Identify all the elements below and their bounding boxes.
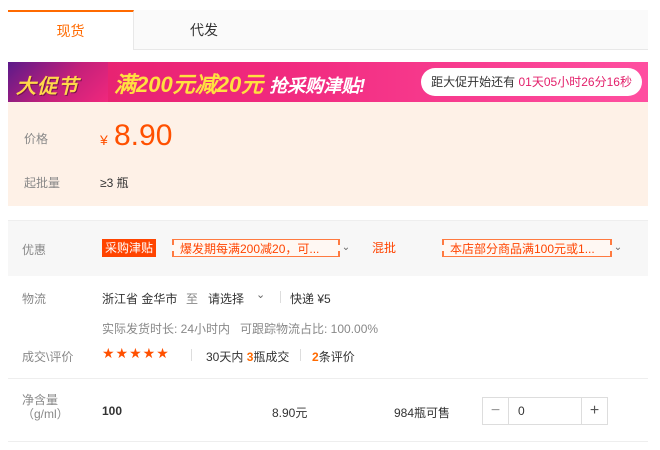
divider [300, 349, 301, 361]
deals-summary[interactable]: 30天内 3瓶成交 [206, 348, 289, 365]
chevron-down-icon[interactable]: ⌄ [612, 239, 624, 257]
countdown-minutes: 26 [581, 75, 595, 89]
tab-dropship[interactable]: 代发 [134, 10, 274, 50]
review-suffix: 条评价 [318, 350, 355, 364]
destination-select[interactable]: 请选择 [208, 290, 244, 307]
countdown-minutes-unit: 分 [594, 75, 607, 89]
minus-icon[interactable]: − [483, 398, 509, 424]
spec-row: 净含量 （g/ml） 100 8.90元 984瓶可售 − + [8, 378, 648, 442]
promotions-label: 优惠 [22, 243, 47, 257]
divider [280, 291, 281, 303]
quantity-stepper[interactable]: − + [482, 397, 608, 425]
chevron-down-icon[interactable]: ⌄ [256, 288, 265, 301]
ship-time: 实际发货时长: 24小时内 [102, 322, 231, 336]
reviews-label: 成交\评价 [22, 350, 74, 364]
banner-slogan-sub: 抢采购津贴! [269, 76, 366, 96]
deals-prefix: 30天内 [206, 350, 244, 364]
countdown-timer: 距大促开始还有 01天05小时26分16秒 [421, 68, 642, 96]
shipping-fee: 快递 ¥5 [290, 292, 331, 306]
deals-suffix: 瓶成交 [253, 350, 290, 364]
purchase-mode-tabs: 现货 代发 [8, 10, 648, 50]
coupon-2[interactable]: 本店部分商品满100元或1... [442, 239, 612, 257]
festival-logo-text: 大促节 [16, 76, 79, 98]
price-box: 价格 ¥ 8.90 起批量 ≥3 瓶 [8, 102, 648, 206]
tab-spot[interactable]: 现货 [8, 10, 134, 50]
spec-name: 100 [102, 404, 123, 418]
moq-label: 起批量 [24, 176, 61, 190]
countdown-days: 01 [518, 75, 532, 89]
quantity-input[interactable] [510, 398, 580, 424]
countdown-seconds: 16 [606, 75, 620, 89]
review-summary[interactable]: 2条评价 [312, 348, 355, 365]
chevron-down-icon[interactable]: ⌄ [340, 239, 352, 257]
banner-slogan-main: 满200元减20元 [114, 72, 264, 97]
plus-icon[interactable]: + [581, 398, 607, 424]
origin-location: 浙江省 金华市 [102, 292, 178, 306]
trackable-ratio: 可跟踪物流占比: 100.00% [240, 322, 379, 336]
logistics-label: 物流 [22, 292, 47, 306]
coupon-1[interactable]: 爆发期每满200减20，可... [172, 239, 340, 257]
banner-slogan: 满200元减20元 抢采购津贴! [114, 67, 365, 99]
moq-value: ≥3 瓶 [100, 176, 129, 190]
spec-price: 8.90元 [272, 406, 308, 420]
countdown-days-unit: 天 [531, 75, 544, 89]
to-label: 至 [186, 292, 199, 306]
spec-stock: 984瓶可售 [394, 406, 451, 420]
promo-banner[interactable]: 大促节 满200元减20元 抢采购津贴! 距大促开始还有 01天05小时26分1… [8, 62, 648, 102]
countdown-prefix: 距大促开始还有 [431, 75, 516, 89]
spec-label-line2: （g/ml） [22, 407, 69, 421]
divider [191, 349, 192, 361]
price-label: 价格 [24, 132, 49, 146]
countdown-seconds-unit: 秒 [619, 75, 632, 89]
countdown-hours-unit: 小时 [557, 75, 582, 89]
promotions-row: 优惠 采购津贴 爆发期每满200减20，可... ⌄ 混批 本店部分商品满100… [8, 220, 648, 276]
countdown-hours: 05 [543, 75, 558, 89]
review-count: 2 [312, 350, 319, 364]
mixed-batch-label[interactable]: 混批 [372, 239, 396, 257]
rating-stars: ★★★★★ [102, 345, 170, 361]
price-currency: ¥ [100, 132, 108, 148]
festival-logo: 大促节 [8, 62, 108, 102]
subsidy-tag: 采购津贴 [102, 239, 157, 257]
price-value: 8.90 [114, 119, 173, 152]
